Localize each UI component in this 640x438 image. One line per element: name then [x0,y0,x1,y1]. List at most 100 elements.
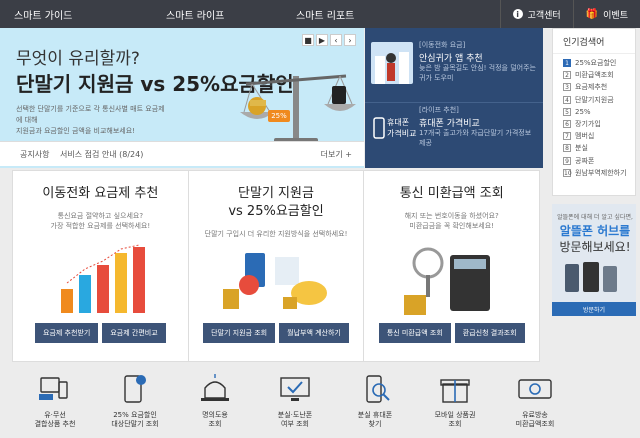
popular-search-item[interactable]: 8 분실 [563,142,635,154]
quick-service-item[interactable]: 모바일 상품권 조회 [416,372,494,438]
event-link[interactable]: 🎁 이벤트 [572,0,640,28]
scale-illustration [240,74,356,146]
card-subsidy-vs-discount: 단말기 지원금 vs 25%요금할인 단말기 구입시 더 유리한 지원방식을 선… [189,171,365,361]
prev-icon[interactable]: ‹ [330,34,342,46]
nav-smart-guide[interactable]: 스마트 가이드 [0,0,140,28]
service-cards: 이동전화 요금제 추천 통신요금 절약하고 싶으세요? 가장 적합한 요금제를 … [12,170,540,362]
quick-service-item[interactable]: 분실 휴대폰 찾기 [336,372,414,438]
rank-number: 8 [563,144,571,153]
combo-icon [39,377,68,400]
search-term: 장기가입 [575,120,601,129]
info-icon: i [512,9,523,19]
popular-search-item[interactable]: 6 장기가입 [563,118,635,130]
quick-service-item[interactable]: 명의도용 조회 [176,372,254,438]
popular-search-list: 1 25%요금할인 2 미환급액조회 3 요금제추천 4 단말기지원금 5 25% 6 장기가입 7 멤버… [553,54,635,179]
hero-desc-line2: 지원금과 요금할인 금액을 비교해보세요! [16,127,135,135]
subsidy-lookup-button[interactable]: 단말기 지원금 조회 [203,323,276,343]
gift-icon [440,379,470,403]
promo-panel: [이동전화 요금] 안심귀가 앱 추천 늦은 밤 골목길도 안심! 걱정을 덜어… [365,28,543,168]
search-term: 공짜폰 [575,156,595,165]
plan-compare-button[interactable]: 요금제 간편비교 [102,323,166,343]
popular-search-panel: 인기검색어 1 25%요금할인 2 미환급액조회 3 요금제추천 4 단말기지원금 5 25% 6 장… [552,28,636,196]
search-term: 멤버십 [575,132,595,141]
search-term: 단말기지원금 [575,95,614,104]
banner-controls: ■ ▶ ‹ › [302,34,356,46]
nav-smart-report[interactable]: 스마트 리포트 [270,0,400,28]
top-navigation: 스마트 가이드 스마트 라이프 스마트 리포트 i 고객센터 🎁 이벤트 [0,0,640,28]
card-title: 이동전화 요금제 추천 [42,186,159,201]
search-term: 요금제추천 [575,83,608,92]
card-desc: 단말기 구입시 더 유리한 지원방식을 선택하세요! [204,230,348,238]
ad-line3: 방문해보세요! [559,240,631,254]
notice-text[interactable]: 서비스 점검 안내 (8/24) [60,149,143,160]
popular-search-item[interactable]: 3 요금제추천 [563,81,635,93]
phone-piggybank-illustration [222,253,327,309]
customer-center-link[interactable]: i 고객센터 [499,0,573,28]
popular-search-item[interactable]: 1 25%요금할인 [563,57,635,69]
plan-recommend-button[interactable]: 요금제 추천받기 [35,323,99,343]
popular-search-item[interactable]: 2 미환급액조회 [563,69,635,81]
card-plan-recommend: 이동전화 요금제 추천 통신요금 절약하고 싶으세요? 가장 적합한 요금제를 … [13,171,189,361]
monitor-check-icon [280,377,310,401]
quick-service-item[interactable]: 분실·도난폰 여부 조회 [256,372,334,438]
ad-line1: 알뜰폰에 대해 더 알고 싶다면, [557,214,633,221]
hero-line1: 무엇이 유리할까? [16,49,140,69]
search-term: 원남부역제한하기 [575,168,627,177]
ad-visit-button[interactable]: 방문하기 [552,302,636,316]
quick-service-item[interactable]: 유·무선 결합상품 추천 [16,372,94,438]
ad-line2: 알뜰폰 허브를 [559,224,631,238]
rank-number: 10 [563,168,572,177]
rank-number: 2 [563,71,571,80]
lost-money-icon [518,379,552,399]
card-desc: 해지 또는 번호이동을 하셨어요? 미환급금을 꼭 확인해보세요! [404,212,499,230]
quick-service-label: 분실·도난폰 여부 조회 [277,411,313,428]
rank-number: 1 [563,59,571,68]
rank-number: 7 [563,132,571,141]
popular-search-item[interactable]: 10 원남부역제한하기 [563,167,635,179]
quick-service-label: 모바일 상품권 조회 [434,411,476,428]
quick-service-label: 분실 휴대폰 찾기 [357,411,393,428]
card-title: 통신 미환급액 조회 [399,186,504,201]
card-desc: 통신요금 절약하고 싶으세요? 가장 적합한 요금제를 선택하세요! [50,212,151,230]
quick-service-item[interactable]: 25% 요금할인 대상단말기 조회 [96,372,174,438]
notice-more-link[interactable]: 더보기 + [321,149,352,160]
popular-search-item[interactable]: 4 단말기지원금 [563,94,635,106]
promo-tag: [라이프 추천] [419,106,459,114]
hero-desc-line1: 선택한 단말기를 기준으로 각 통신사별 매트 요금제에 대해 [16,105,165,124]
rank-number: 3 [563,83,571,92]
rank-number: 9 [563,156,571,165]
nav-smart-life[interactable]: 스마트 라이프 [140,0,270,28]
promo-item-safe-return[interactable]: [이동전화 요금] 안심귀가 앱 추천 늦은 밤 골목길도 안심! 걱정을 덜어… [365,38,543,104]
refund-lookup-button[interactable]: 통신 미환급액 조회 [378,323,451,343]
search-term: 분실 [575,144,588,153]
alarm-icon [201,374,229,401]
popular-search-item[interactable]: 7 멤버십 [563,130,635,142]
discount-phone-icon [124,375,146,403]
mvno-hub-ad[interactable]: 알뜰폰에 대해 더 알고 싶다면, 알뜰폰 허브를 방문해보세요! 방문하기 [552,204,636,316]
quick-services: 유·무선 결합상품 추천 25% 요금할인 대상단말기 조회 명의도용 조회 분실·도… [0,372,640,438]
refund-result-button[interactable]: 환급신청 결과조회 [454,323,525,343]
promo-item-price-compare[interactable]: 휴대폰 가격비교 [라이프 추천] 휴대폰 가격비교 17개국 출고가와 자급단… [365,102,543,168]
event-label: 이벤트 [603,10,628,21]
quick-service-label: 유·무선 결합상품 추천 [34,411,76,428]
stop-icon[interactable]: ■ [302,34,314,46]
popular-search-item[interactable]: 5 25% [563,106,635,118]
next-icon[interactable]: › [344,34,356,46]
rank-number: 5 [563,107,571,116]
monthly-payment-button[interactable]: 월납부액 계산하기 [279,323,349,343]
rank-number: 4 [563,95,571,104]
notice-label: 공지사항 [20,149,50,159]
phone-search-icon [366,375,390,403]
safe-return-image [371,42,413,84]
quick-service-label: 명의도용 조회 [202,411,228,428]
hero-badge: 25% [268,110,290,122]
phone-icon [373,117,385,139]
popular-search-title: 인기검색어 [553,29,635,54]
card-refund-lookup: 통신 미환급액 조회 해지 또는 번호이동을 하셨어요? 미환급금을 꼭 확인해… [364,171,539,361]
promo-subtitle: 17개국 출고가와 자급단말기 가격정보 제공 [419,129,532,147]
popular-search-item[interactable]: 9 공짜폰 [563,155,635,167]
play-icon[interactable]: ▶ [316,34,328,46]
promo-subtitle: 늦은 밤 골목길도 안심! 걱정을 덜어주는 귀가 도우미 [419,64,536,82]
rank-number: 6 [563,120,571,129]
quick-service-item[interactable]: 유료방송 미환급액조회 [496,372,574,438]
